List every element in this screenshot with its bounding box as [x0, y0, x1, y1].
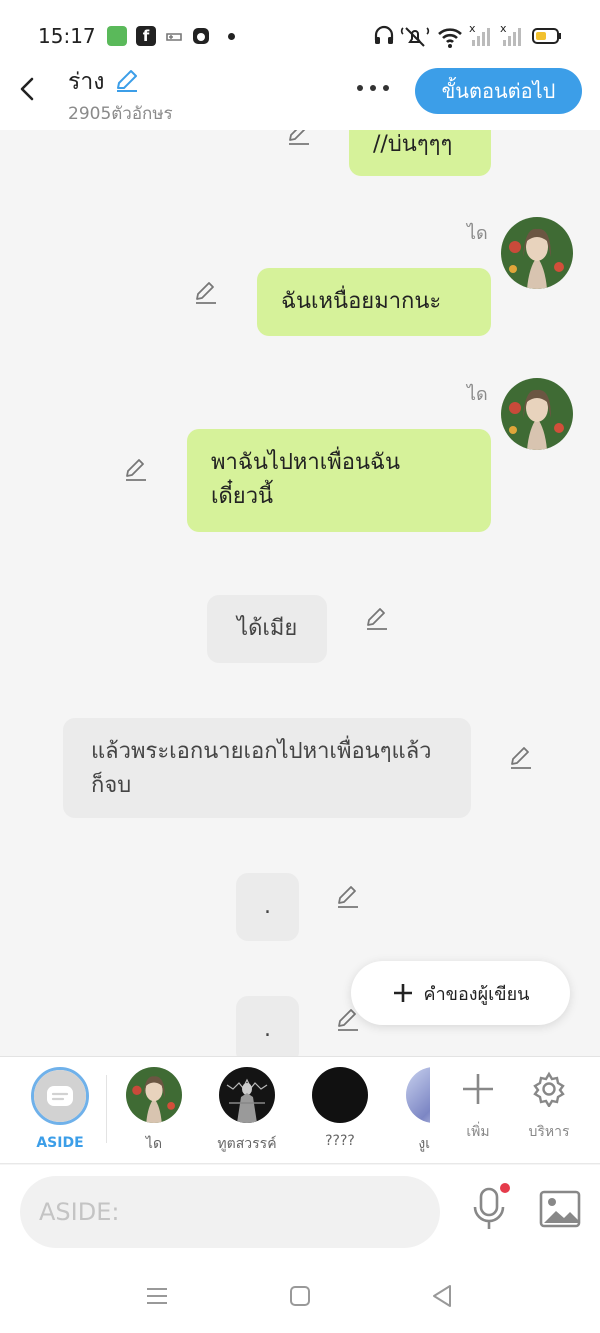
status-bar: 15:17 f x x: [0, 0, 600, 64]
avatar: [406, 1067, 430, 1123]
avatar: [219, 1067, 275, 1123]
aside-avatar: [31, 1067, 89, 1125]
speaker-name: ได: [467, 384, 488, 405]
chat-area: //บ่นๆๆๆ ได ฉันเหนื่อยมากนะ ได พาฉันไปหา…: [0, 130, 600, 1056]
edit-message-icon[interactable]: [364, 605, 390, 631]
aside-text: .: [264, 1017, 271, 1042]
message-bubble[interactable]: ฉันเหนื่อยมากนะ: [257, 268, 491, 336]
plus-icon: [463, 1074, 493, 1104]
character-item[interactable]: ทูตสวรรค์: [209, 1067, 285, 1155]
character-bar: ASIDE ได ทูตสวรรค์ ???? งูเ เพิ่ม บริหาร: [0, 1056, 600, 1164]
svg-text:x: x: [469, 22, 476, 35]
aside-bubble[interactable]: .: [236, 873, 299, 941]
manage-button[interactable]: บริหาร: [519, 1071, 579, 1143]
header: ร่าง 2905ตัวอักษร ขั้นตอนต่อไป: [0, 64, 600, 130]
avatar[interactable]: [501, 217, 573, 289]
back-icon[interactable]: [14, 74, 42, 104]
home-icon[interactable]: [285, 1281, 315, 1311]
more-options-icon[interactable]: [352, 76, 394, 100]
navigation-bar: [0, 1257, 600, 1333]
manage-label: บริหาร: [528, 1124, 570, 1140]
character-item[interactable]: งูเ: [392, 1067, 430, 1155]
character-aside[interactable]: ASIDE: [22, 1067, 98, 1151]
edit-message-icon[interactable]: [335, 883, 361, 909]
mute-icon: [400, 27, 430, 47]
message-text-line: พาฉันไปหาเพื่อนฉัน: [211, 450, 401, 475]
character-item[interactable]: ????: [302, 1067, 378, 1149]
battery-icon: [532, 28, 561, 44]
aside-text-line: ก็จบ: [91, 773, 132, 798]
avatar: [312, 1067, 368, 1123]
status-time: 15:17: [38, 24, 96, 48]
message-bubble[interactable]: //บ่นๆๆๆ: [349, 130, 491, 176]
character-item[interactable]: ได: [116, 1067, 192, 1155]
character-name: ได: [145, 1136, 163, 1152]
aside-text: ได้เมีย: [237, 616, 298, 641]
gear-icon: [533, 1071, 565, 1109]
input-area: [0, 1165, 600, 1257]
character-name: ASIDE: [36, 1135, 84, 1151]
message-input[interactable]: [20, 1176, 440, 1248]
svg-text:x: x: [500, 22, 507, 35]
message-text-line: เดี๋ยวนี้: [211, 484, 274, 509]
aside-text: .: [264, 894, 271, 919]
message-text: ฉันเหนื่อยมากนะ: [281, 289, 442, 314]
aside-icon: [47, 1086, 73, 1106]
next-step-button[interactable]: ขั้นตอนต่อไป: [415, 68, 582, 114]
app-icon: [107, 26, 127, 46]
add-label: เพิ่ม: [466, 1124, 490, 1140]
aside-bubble[interactable]: แล้วพระเอกนายเอกไปหาเพื่อนๆแล้ว ก็จบ: [63, 718, 471, 818]
message-text: //บ่นๆๆๆ: [373, 132, 453, 157]
writer-note-button[interactable]: คำของผู้เขียน: [351, 961, 570, 1025]
image-icon[interactable]: [538, 1189, 582, 1229]
page-title: ร่าง: [68, 69, 105, 95]
facebook-icon: f: [136, 26, 156, 46]
speaker-name: ได: [467, 223, 488, 244]
headset-icon: [374, 25, 394, 44]
wifi-icon: [438, 28, 462, 48]
microphone-icon[interactable]: [468, 1181, 512, 1235]
avatar: [126, 1067, 182, 1123]
plus-icon: [393, 984, 412, 1002]
add-character-button[interactable]: เพิ่ม: [448, 1071, 508, 1143]
game-icon: [166, 33, 182, 41]
aside-text-line: แล้วพระเอกนายเอกไปหาเพื่อนๆแล้ว: [91, 739, 432, 764]
character-name: ทูตสวรรค์: [217, 1136, 277, 1152]
character-count: 2905ตัวอักษร: [68, 104, 173, 124]
edit-message-icon[interactable]: [508, 744, 534, 770]
back-nav-icon[interactable]: [428, 1281, 458, 1311]
aside-bubble[interactable]: ได้เมีย: [207, 595, 327, 663]
divider: [106, 1075, 107, 1143]
app-icon: [193, 28, 209, 44]
edit-message-icon[interactable]: [123, 456, 149, 482]
character-name: งูเ: [418, 1136, 430, 1152]
edit-message-icon[interactable]: [193, 279, 219, 305]
signal-icon: x: [500, 22, 521, 46]
edit-message-icon[interactable]: [286, 130, 312, 146]
menu-icon[interactable]: [142, 1281, 172, 1311]
character-name: ????: [325, 1133, 355, 1149]
aside-bubble[interactable]: .: [236, 996, 299, 1056]
notification-dot: [228, 33, 235, 40]
edit-title-icon[interactable]: [113, 66, 141, 94]
avatar[interactable]: [501, 378, 573, 450]
message-bubble[interactable]: พาฉันไปหาเพื่อนฉัน เดี๋ยวนี้: [187, 429, 491, 532]
writer-note-label: คำของผู้เขียน: [423, 983, 530, 1005]
signal-icon: x: [469, 22, 490, 46]
